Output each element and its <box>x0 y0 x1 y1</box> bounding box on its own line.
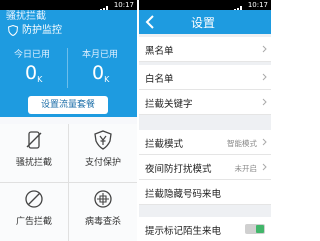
tile-label: 骚扰拦截 <box>15 158 52 168</box>
settings-row-blacklist[interactable]: 黑名单 <box>139 37 271 62</box>
row-label: 白名单 <box>145 74 174 85</box>
settings-row-whitelist[interactable]: 白名单 <box>139 65 271 90</box>
chevron-right-icon <box>262 138 267 146</box>
stat-divider <box>67 48 68 88</box>
settings-row-stranger-tag[interactable]: 提示标记陌生来电 <box>139 217 271 241</box>
chevron-right-icon <box>262 45 267 53</box>
row-label: 拦截模式 <box>145 139 184 150</box>
back-arrow-icon[interactable] <box>145 15 155 29</box>
row-label: 提示标记陌生来电 <box>145 226 222 237</box>
today-used-value: 0K <box>25 62 43 84</box>
row-label: 黑名单 <box>145 46 174 57</box>
section-gap <box>139 205 271 217</box>
shield-icon <box>8 25 18 36</box>
tile-virus-scan[interactable]: 病毒查杀 <box>69 183 137 241</box>
settings-row-night-mode[interactable]: 夜间防打扰模式 未开启 <box>139 155 271 180</box>
row-value: 未开启 <box>234 164 258 173</box>
month-used-label: 本月已用 <box>82 50 119 60</box>
page-title: 设置 <box>191 16 216 30</box>
month-used-value: 0K <box>92 62 110 84</box>
tile-payment-protect[interactable]: 支付保护 <box>69 124 137 182</box>
left-screen: 10:17 骚扰拦截 防护监控 今日已用 0K 本月已用 0K 设置流量套餐 骚… <box>0 0 137 241</box>
virus-scan-icon <box>94 190 112 208</box>
row-label: 拦截隐藏号码来电 <box>145 189 222 200</box>
tile-label: 病毒查杀 <box>84 217 121 227</box>
settings-header: 设置 <box>139 10 271 34</box>
stranger-tag-toggle[interactable] <box>245 224 265 234</box>
yen-shield-icon <box>94 130 112 150</box>
today-used-label: 今日已用 <box>14 50 51 60</box>
chevron-right-icon <box>262 73 267 81</box>
row-label: 夜间防打扰模式 <box>145 164 212 175</box>
protect-monitor-label: 防护监控 <box>22 25 62 36</box>
feature-grid: 骚扰拦截 支付保护 广告拦截 病毒查杀 <box>0 124 137 241</box>
chevron-right-icon <box>262 98 267 106</box>
status-bar: 10:17 <box>0 0 137 12</box>
set-traffic-plan-button[interactable]: 设置流量套餐 <box>28 96 108 114</box>
tile-label: 支付保护 <box>84 158 121 168</box>
signal-icon <box>97 2 111 12</box>
signal-icon <box>231 2 245 12</box>
tile-harassment-block[interactable]: 骚扰拦截 <box>0 124 68 182</box>
grid-divider <box>68 124 69 241</box>
settings-row-keywords[interactable]: 拦截关键字 <box>139 90 271 115</box>
row-value: 智能模式 <box>227 139 257 148</box>
status-bar: 10:17 <box>139 0 271 12</box>
status-time: 10:17 <box>247 1 268 9</box>
status-time: 10:17 <box>113 1 134 9</box>
ad-block-icon <box>25 190 43 208</box>
tile-label: 广告拦截 <box>15 217 52 227</box>
row-label: 拦截关键字 <box>145 99 193 110</box>
page-title: 骚扰拦截 <box>6 11 46 22</box>
phone-block-icon <box>26 131 42 149</box>
section-gap <box>139 115 271 130</box>
settings-row-block-mode[interactable]: 拦截模式 智能模式 <box>139 130 271 155</box>
chevron-right-icon <box>262 163 267 171</box>
tile-ad-block[interactable]: 广告拦截 <box>0 183 68 241</box>
settings-row-hidden-number[interactable]: 拦截隐藏号码来电 <box>139 180 271 205</box>
toggle-knob <box>256 225 264 233</box>
right-screen: 10:17 设置 黑名单 白名单 拦截关键字 拦截模式 智能模式 夜间防打扰模式… <box>139 0 271 241</box>
